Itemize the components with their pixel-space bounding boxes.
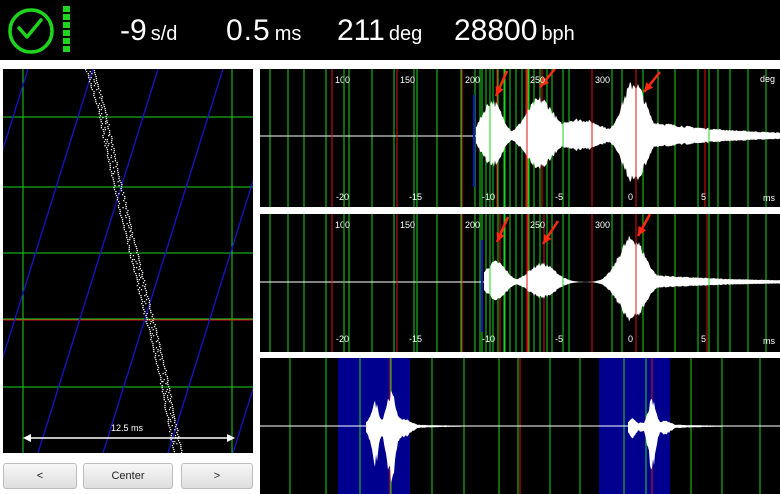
- timegrapher-panel[interactable]: 12.5 ms: [3, 69, 253, 453]
- beat-rate-unit: bph: [541, 23, 575, 45]
- beat-rate-readout: 28800 bph: [454, 11, 575, 56]
- status-bar: -9 s/d 0.5 ms 211 deg 28800 bph: [0, 0, 780, 60]
- amplitude-unit: deg: [388, 23, 423, 45]
- deg-tick-label: 150: [400, 75, 415, 85]
- reference-line: [167, 178, 253, 453]
- beat-error-readout: 0.5 ms: [226, 11, 301, 56]
- next-button[interactable]: >: [181, 463, 253, 489]
- ms-unit-label: ms: [763, 336, 775, 346]
- ms-tick-label: -15: [409, 192, 422, 202]
- scope-bottom-waveform: [260, 358, 780, 494]
- deg-tick-label: 300: [595, 220, 610, 230]
- deg-tick-label: 250: [530, 220, 545, 230]
- deg-tick-label: 100: [335, 220, 350, 230]
- deg-tick-label: 200: [465, 75, 480, 85]
- ms-tick-label: -20: [336, 334, 349, 344]
- timegrapher-trace: [3, 69, 253, 453]
- rate-readout: -9 s/d: [120, 11, 177, 56]
- scope-mid-waveform: 100 150 200 250 300 -20 -15 -10 -5 0 5: [260, 214, 780, 352]
- ms-tick-label: -15: [409, 334, 422, 344]
- deg-tick-label: 200: [465, 220, 480, 230]
- deg-tick-label: 250: [530, 75, 545, 85]
- scope-top-waveform: 100 150 200 250 300 -20 -15 -10 -5 0 5: [260, 69, 780, 207]
- rate-unit: s/d: [150, 23, 178, 45]
- prev-button[interactable]: <: [3, 463, 77, 489]
- ms-tick-label: -5: [555, 192, 563, 202]
- ms-tick-label: -20: [336, 192, 349, 202]
- rate-value: -9: [120, 14, 147, 47]
- scope-bottom-panel: [260, 358, 780, 494]
- ms-tick-label: -5: [555, 334, 563, 344]
- beat-error-value: 0.5: [226, 14, 271, 47]
- timegrapher-dots: [85, 69, 183, 453]
- reference-line: [3, 69, 94, 360]
- ms-tick-label: 5: [701, 192, 706, 202]
- ms-tick-label: -10: [482, 192, 495, 202]
- reference-line: [37, 69, 159, 453]
- deg-tick-label: 100: [335, 75, 350, 85]
- deg-unit-label: deg: [760, 74, 776, 84]
- scope-mid-panel: 100 150 200 250 300 -20 -15 -10 -5 0 5 ms: [260, 214, 780, 352]
- ms-tick-label: 0: [628, 334, 633, 344]
- scale-arrow-head: [227, 434, 235, 442]
- ms-tick-label: 0: [628, 192, 633, 202]
- deg-tick-label: 300: [595, 75, 610, 85]
- ms-tick-label: -10: [482, 334, 495, 344]
- beat-rate-value: 28800: [454, 14, 538, 47]
- beat-error-unit: ms: [274, 23, 302, 45]
- scale-arrow-head: [23, 434, 31, 442]
- amplitude-readout: 211 deg: [337, 11, 422, 56]
- clock-icon: [8, 8, 54, 54]
- center-button[interactable]: Center: [83, 463, 173, 489]
- amplitude-value: 211: [337, 14, 385, 47]
- signal-indicator-icon: [63, 6, 71, 54]
- ms-tick-label: 5: [701, 334, 706, 344]
- scale-label: 12.5 ms: [111, 423, 144, 433]
- deg-tick-label: 150: [400, 220, 415, 230]
- reference-line: [102, 69, 224, 453]
- scope-top-panel: 100 150 200 250 300 -20 -15 -10 -5 0 5 deg ms: [260, 69, 780, 207]
- reference-line: [232, 386, 253, 453]
- ms-unit-label: ms: [763, 193, 775, 203]
- reference-line: [3, 69, 29, 152]
